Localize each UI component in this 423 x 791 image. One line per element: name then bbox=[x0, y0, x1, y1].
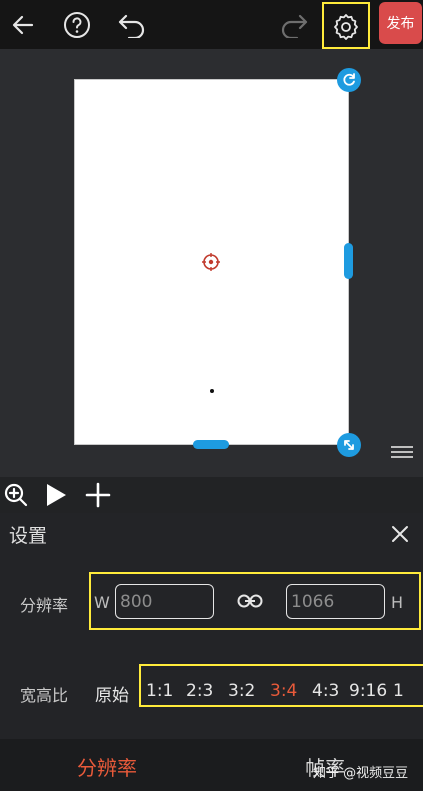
resize-icon[interactable] bbox=[337, 433, 361, 457]
watermark: 知乎 @视频豆豆 bbox=[313, 766, 409, 781]
width-input[interactable]: 800 bbox=[115, 584, 214, 619]
back-arrow-icon[interactable] bbox=[6, 0, 40, 49]
aspect-ratio-label: 宽高比 bbox=[20, 686, 69, 705]
aspect-option-original[interactable]: 原始 bbox=[95, 681, 129, 706]
zoom-in-icon[interactable] bbox=[3, 482, 29, 512]
link-icon[interactable] bbox=[237, 592, 263, 614]
anchor-crosshair-icon[interactable] bbox=[201, 252, 221, 272]
height-input[interactable]: 1066 bbox=[286, 584, 385, 619]
redo-icon[interactable] bbox=[276, 0, 312, 49]
aspect-option-4-3[interactable]: 4:3 bbox=[312, 681, 339, 701]
settings-gear-icon[interactable] bbox=[322, 2, 370, 49]
tab-resolution[interactable]: 分辨率 bbox=[77, 752, 137, 781]
menu-lines-icon[interactable] bbox=[391, 446, 413, 458]
close-icon[interactable] bbox=[388, 522, 412, 546]
undo-icon[interactable] bbox=[114, 0, 150, 49]
resolution-label: 分辨率 bbox=[20, 596, 69, 615]
plus-icon[interactable] bbox=[85, 482, 111, 512]
height-suffix: H bbox=[391, 593, 404, 612]
aspect-option-more[interactable]: 1 bbox=[393, 681, 404, 701]
help-icon[interactable] bbox=[60, 0, 94, 49]
resize-handle-bottom[interactable] bbox=[193, 440, 229, 449]
rotate-icon[interactable] bbox=[337, 68, 361, 92]
panel-title: 设置 bbox=[9, 525, 48, 547]
aspect-option-9-16[interactable]: 9:16 bbox=[349, 681, 387, 701]
playback-toolbar bbox=[0, 477, 423, 513]
aspect-option-3-4[interactable]: 3:4 bbox=[270, 681, 297, 701]
publish-button[interactable]: 发布 bbox=[379, 2, 422, 44]
top-toolbar: 发布 bbox=[0, 0, 423, 49]
width-prefix: W bbox=[94, 593, 110, 612]
aspect-option-3-2[interactable]: 3:2 bbox=[228, 681, 255, 701]
play-icon[interactable] bbox=[44, 482, 68, 512]
canvas-dot bbox=[210, 389, 214, 393]
aspect-option-2-3[interactable]: 2:3 bbox=[186, 681, 213, 701]
resize-handle-right[interactable] bbox=[344, 243, 353, 279]
aspect-option-1-1[interactable]: 1:1 bbox=[146, 681, 173, 701]
